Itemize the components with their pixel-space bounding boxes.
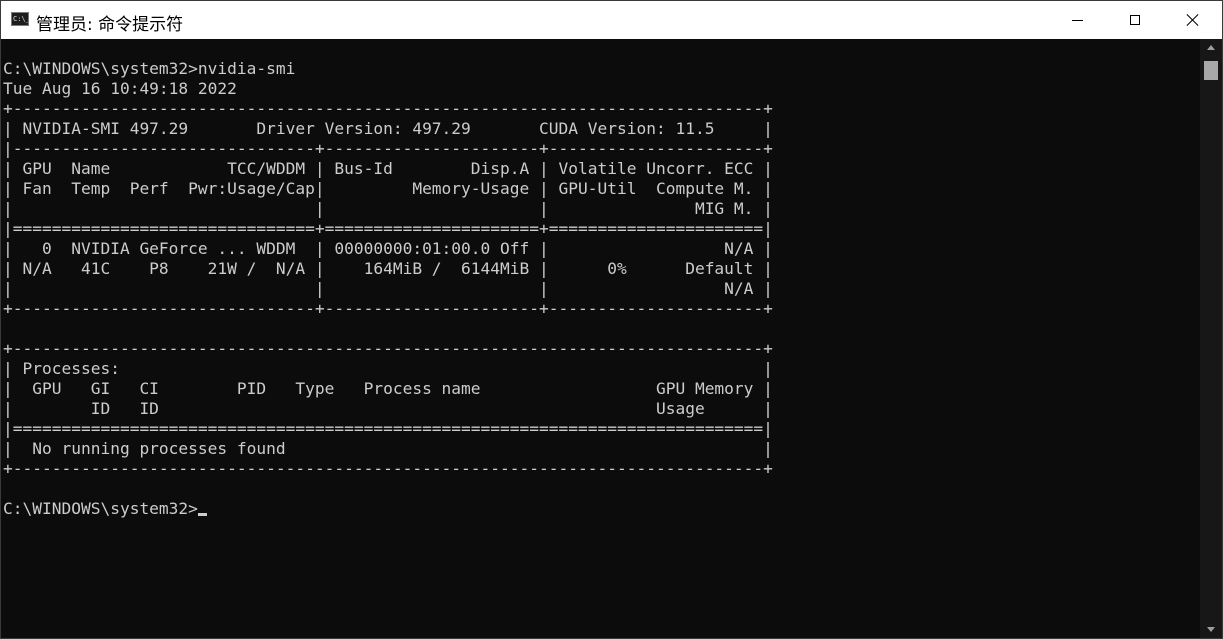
minimize-icon <box>1071 19 1083 21</box>
console-line: +---------------------------------------… <box>3 99 1199 119</box>
console-line: | NVIDIA-SMI 497.29 Driver Version: 497.… <box>3 119 1199 139</box>
console-line: | Fan Temp Perf Pwr:Usage/Cap| Memory-Us… <box>3 179 1199 199</box>
console-line: C:\WINDOWS\system32>nvidia-smi <box>3 59 1199 79</box>
console-line-text: +---------------------------------------… <box>3 99 773 118</box>
console-line: | 0 NVIDIA GeForce ... WDDM | 00000000:0… <box>3 239 1199 259</box>
console-line-text: | | | N/A | <box>3 279 773 298</box>
console-line-text: | GPU Name TCC/WDDM | Bus-Id Disp.A | Vo… <box>3 159 773 178</box>
command-prompt-window: C:\_ 管理员: 命令提示符 C:\WINDOWS\system32>nvid… <box>0 0 1223 639</box>
vertical-scrollbar[interactable] <box>1200 39 1222 638</box>
scroll-up-arrow-icon[interactable] <box>1207 45 1215 50</box>
console-line: Tue Aug 16 10:49:18 2022 <box>3 79 1199 99</box>
console-line-text: +---------------------------------------… <box>3 459 773 478</box>
console-line: |-------------------------------+-------… <box>3 139 1199 159</box>
console-line-text: | ID ID Usage | <box>3 399 773 418</box>
console-line-text: +---------------------------------------… <box>3 339 773 358</box>
console-line: | Processes: | <box>3 359 1199 379</box>
console-line-text: | 0 NVIDIA GeForce ... WDDM | 00000000:0… <box>3 239 773 258</box>
console-line-text: Tue Aug 16 10:49:18 2022 <box>3 79 237 98</box>
console-line-text: |-------------------------------+-------… <box>3 139 773 158</box>
console-line: | | | N/A | <box>3 279 1199 299</box>
window-title: 管理员: 命令提示符 <box>36 15 184 35</box>
console-line: | GPU Name TCC/WDDM | Bus-Id Disp.A | Vo… <box>3 159 1199 179</box>
console-line: +---------------------------------------… <box>3 339 1199 359</box>
console-line: | GPU GI CI PID Type Process name GPU Me… <box>3 379 1199 399</box>
console-line-text: | N/A 41C P8 21W / N/A | 164MiB / 6144Mi… <box>3 259 773 278</box>
scroll-down-arrow-icon[interactable] <box>1207 627 1215 632</box>
console-line-text: | | | MIG M. | <box>3 199 773 218</box>
console-line-text: C:\WINDOWS\system32> <box>3 499 198 518</box>
console-line: | No running processes found | <box>3 439 1199 459</box>
console-line: | | | MIG M. | <box>3 199 1199 219</box>
text-cursor <box>197 513 207 516</box>
maximize-icon <box>1130 15 1140 25</box>
console-line: | ID ID Usage | <box>3 399 1199 419</box>
console-line-text: +-------------------------------+-------… <box>3 299 773 318</box>
console-line: |===============================+=======… <box>3 219 1199 239</box>
console-line-text: | NVIDIA-SMI 497.29 Driver Version: 497.… <box>3 119 773 138</box>
console-line-text: C:\WINDOWS\system32>nvidia-smi <box>3 59 296 78</box>
minimize-button[interactable] <box>1048 1 1106 39</box>
console-line: | N/A 41C P8 21W / N/A | 164MiB / 6144Mi… <box>3 259 1199 279</box>
console-line-text: |=======================================… <box>3 419 773 438</box>
console-line-text: | Fan Temp Perf Pwr:Usage/Cap| Memory-Us… <box>3 179 773 198</box>
console-line-text: | GPU GI CI PID Type Process name GPU Me… <box>3 379 773 398</box>
console-output[interactable]: C:\WINDOWS\system32>nvidia-smi Tue Aug 16… <box>3 59 1199 637</box>
maximize-button[interactable] <box>1106 1 1164 39</box>
console-line-text: | No running processes found | <box>3 439 773 458</box>
cmd-icon: C:\_ <box>11 12 29 26</box>
scrollbar-thumb[interactable] <box>1204 61 1218 80</box>
title-bar[interactable]: C:\_ 管理员: 命令提示符 <box>1 1 1222 39</box>
console-line: |=======================================… <box>3 419 1199 439</box>
console-line: +---------------------------------------… <box>3 459 1199 479</box>
console-line-text: | Processes: | <box>3 359 773 378</box>
console-line: +-------------------------------+-------… <box>3 299 1199 319</box>
close-button[interactable] <box>1164 1 1222 39</box>
console-line-text: |===============================+=======… <box>3 219 773 238</box>
close-icon <box>1186 13 1200 27</box>
console-line: C:\WINDOWS\system32> <box>3 499 1199 519</box>
